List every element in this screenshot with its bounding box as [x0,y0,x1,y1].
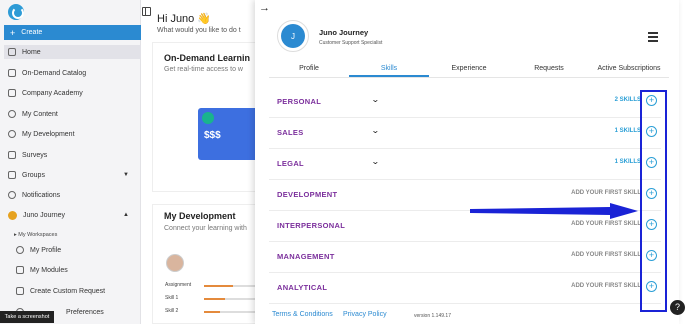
help-icon[interactable]: ? [670,300,685,315]
annotation-arrow [470,203,638,219]
arrow-shape [470,203,638,219]
annotation-highlight-box [640,90,667,312]
